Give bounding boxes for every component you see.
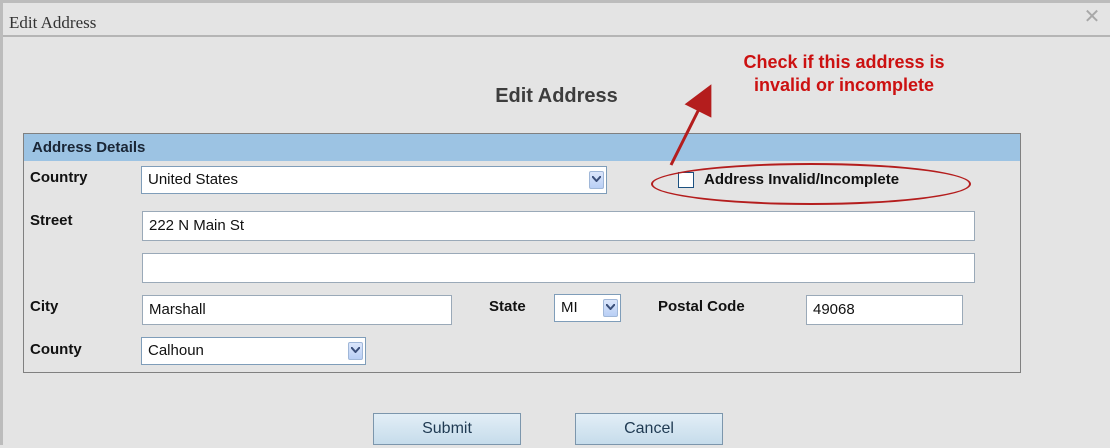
annotation-arrow	[669, 84, 712, 166]
edit-address-dialog: Edit Address ✕ Edit Address Address Deta…	[0, 0, 1110, 445]
